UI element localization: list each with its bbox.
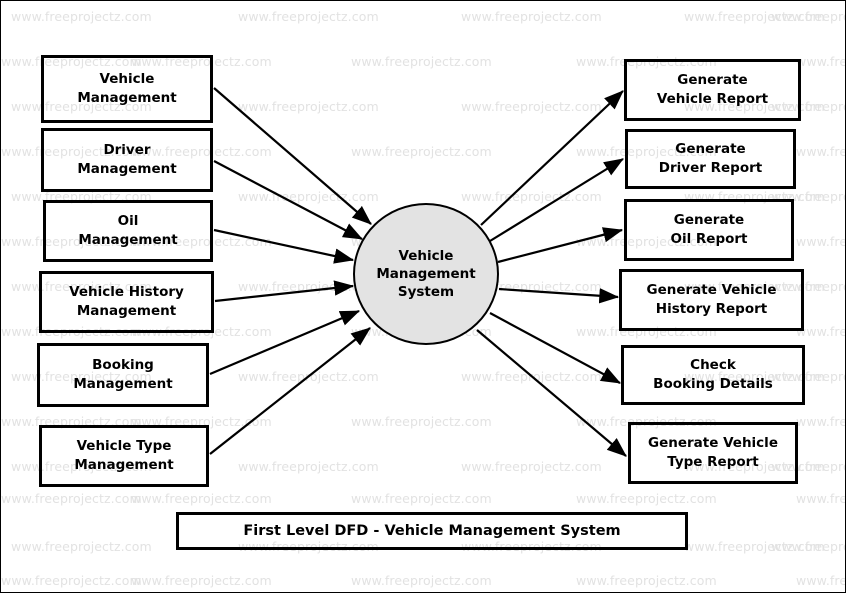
watermark-text: www.freeprojectz.com — [351, 414, 492, 429]
output-entity-1[interactable]: Generate Vehicle Report — [624, 59, 801, 121]
output-flow-arrow-6 — [476, 329, 627, 457]
output-entity-2-label: Generate Driver Report — [658, 141, 763, 176]
input-entity-3-label: Oil Management — [78, 213, 178, 248]
watermark-text: www.freeprojectz.com — [684, 539, 825, 554]
input-flow-arrow-5 — [209, 309, 361, 376]
input-entity-3[interactable]: Oil Management — [43, 200, 213, 262]
input-entity-6-label: Vehicle Type Management — [74, 438, 174, 473]
output-entity-4-label: Generate Vehicle History Report — [646, 282, 777, 317]
output-entity-6[interactable]: Generate Vehicle Type Report — [628, 422, 798, 484]
watermark-text: www.freeprojectz.com — [796, 573, 846, 588]
watermark-text: www.freeprojectz.com — [576, 573, 717, 588]
output-flow-arrow-4 — [498, 287, 620, 304]
watermark-text: www.freeprojectz.com — [796, 234, 846, 249]
process-vehicle-management-system[interactable]: Vehicle Management System — [353, 203, 499, 345]
watermark-text: www.freeprojectz.com — [576, 491, 717, 506]
output-flow-arrow-5 — [489, 312, 621, 384]
watermark-text: www.freeprojectz.com — [238, 189, 379, 204]
watermark-text: www.freeprojectz.com — [796, 491, 846, 506]
watermark-text: www.freeprojectz.com — [238, 99, 379, 114]
diagram-caption-label: First Level DFD - Vehicle Management Sys… — [243, 523, 621, 539]
input-flow-arrow-6 — [209, 327, 371, 455]
watermark-text: www.freeprojectz.com — [684, 9, 825, 24]
output-entity-1-label: Generate Vehicle Report — [656, 72, 769, 107]
watermark-text: www.freeprojectz.com — [771, 539, 845, 554]
input-entity-2-label: Driver Management — [77, 142, 177, 177]
output-flow-arrow-2 — [489, 158, 624, 242]
dfd-canvas: www.freeprojectz.com www.freeprojectz.com… — [0, 0, 846, 593]
process-label: Vehicle Management System — [376, 248, 476, 300]
output-flow-arrow-1 — [480, 90, 624, 226]
watermark-text: www.freeprojectz.com — [796, 144, 846, 159]
input-flow-lines — [209, 87, 372, 455]
watermark-text: www.freeprojectz.com — [131, 491, 272, 506]
watermark-text: www.freeprojectz.com — [1, 573, 142, 588]
output-flow-lines — [476, 90, 627, 457]
input-entity-5[interactable]: Booking Management — [37, 343, 209, 407]
watermark-text: www.freeprojectz.com — [461, 9, 602, 24]
input-entity-4[interactable]: Vehicle History Management — [39, 271, 214, 333]
output-flow-arrow-3 — [497, 227, 624, 264]
watermark-text: www.freeprojectz.com — [461, 99, 602, 114]
output-entity-3-label: Generate Oil Report — [670, 212, 748, 247]
watermark-text: www.freeprojectz.com — [796, 414, 846, 429]
output-entity-5[interactable]: Check Booking Details — [621, 345, 805, 405]
watermark-text: www.freeprojectz.com — [461, 369, 602, 384]
input-entity-6[interactable]: Vehicle Type Management — [39, 425, 209, 487]
watermark-text: www.freeprojectz.com — [238, 459, 379, 474]
input-entity-4-label: Vehicle History Management — [69, 284, 184, 319]
input-flow-arrow-2 — [213, 160, 363, 240]
watermark-text: www.freeprojectz.com — [11, 539, 152, 554]
input-entity-2[interactable]: Driver Management — [41, 128, 213, 192]
watermark-text: www.freeprojectz.com — [461, 189, 602, 204]
output-entity-6-label: Generate Vehicle Type Report — [648, 435, 778, 470]
watermark-text: www.freeprojectz.com — [351, 54, 492, 69]
watermark-text: www.freeprojectz.com — [1, 491, 142, 506]
output-entity-2[interactable]: Generate Driver Report — [625, 129, 796, 189]
diagram-caption-box: First Level DFD - Vehicle Management Sys… — [176, 512, 688, 550]
input-entity-1[interactable]: Vehicle Management — [41, 55, 213, 123]
watermark-text: www.freeprojectz.com — [238, 369, 379, 384]
output-entity-3[interactable]: Generate Oil Report — [624, 199, 794, 261]
input-entity-5-label: Booking Management — [73, 357, 173, 392]
output-entity-5-label: Check Booking Details — [653, 357, 773, 392]
input-flow-arrow-4 — [214, 280, 355, 303]
watermark-text: www.freeprojectz.com — [131, 573, 272, 588]
watermark-text: www.freeprojectz.com — [771, 9, 845, 24]
output-entity-4[interactable]: Generate Vehicle History Report — [619, 269, 804, 331]
watermark-text: www.freeprojectz.com — [238, 9, 379, 24]
watermark-text: www.freeprojectz.com — [351, 144, 492, 159]
input-flow-arrow-3 — [213, 228, 355, 264]
watermark-text: www.freeprojectz.com — [11, 9, 152, 24]
watermark-text: www.freeprojectz.com — [351, 491, 492, 506]
input-flow-arrow-1 — [213, 87, 372, 225]
watermark-text: www.freeprojectz.com — [796, 54, 846, 69]
watermark-text: www.freeprojectz.com — [461, 459, 602, 474]
input-entity-1-label: Vehicle Management — [77, 71, 177, 106]
watermark-text: www.freeprojectz.com — [351, 573, 492, 588]
